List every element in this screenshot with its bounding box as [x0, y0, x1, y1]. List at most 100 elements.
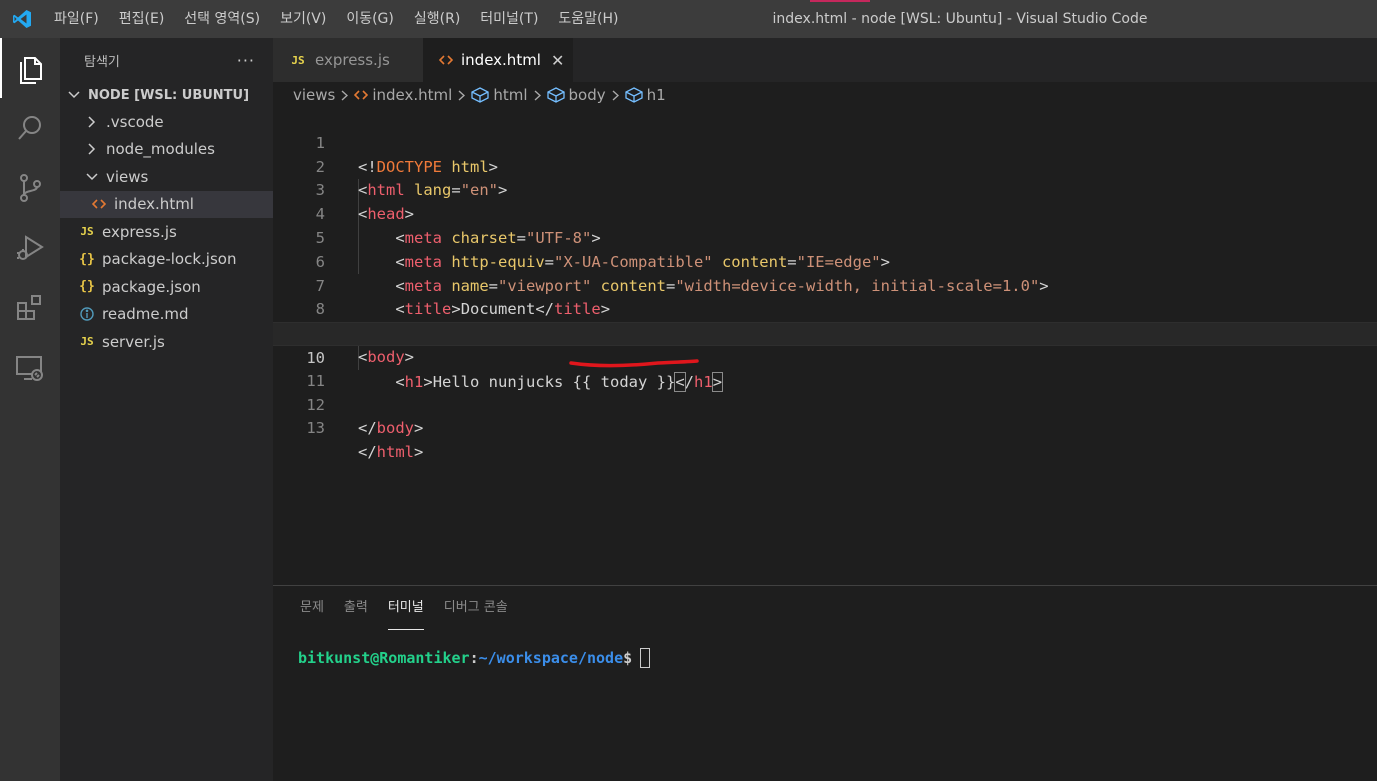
menu-run[interactable]: 실행(R) — [404, 0, 470, 38]
chevron-right-icon — [612, 89, 619, 101]
html-file-icon — [439, 55, 453, 65]
breadcrumb-label: views — [293, 86, 336, 104]
menu-terminal[interactable]: 터미널(T) — [470, 0, 548, 38]
tree-item-label: readme.md — [102, 305, 189, 324]
chevron-right-icon — [534, 89, 541, 101]
terminal-cursor — [640, 648, 651, 668]
more-actions-icon[interactable]: ··· — [237, 51, 255, 70]
tab-problems[interactable]: 문제 — [300, 586, 324, 630]
tab-debug-console[interactable]: 디버그 콘솔 — [444, 586, 508, 630]
info-file-icon — [78, 307, 96, 321]
activity-bar — [0, 38, 60, 781]
panel-tab-bar: 문제 출력 터미널 디버그 콘솔 — [273, 586, 1377, 630]
sidebar-title: 탐색기 — [84, 54, 120, 70]
tree-item-label: views — [106, 167, 149, 186]
code-line: 8 </head> — [273, 275, 1377, 342]
file-tree: .vscode node_modules views index.html JS… — [60, 108, 273, 356]
chevron-right-icon — [341, 89, 349, 101]
sidebar-header: 탐색기 ··· — [60, 38, 273, 82]
tree-item-label: index.html — [114, 195, 194, 214]
editor-tab-bar: JS express.js index.html ✕ — [273, 38, 1377, 82]
chevron-down-icon — [84, 173, 100, 181]
breadcrumb: views index.html html body h1 — [273, 82, 1377, 108]
code-line: 1 <!DOCTYPE html> — [273, 108, 1377, 176]
terminal-user: bitkunst@Romantiker — [298, 649, 470, 667]
tree-item-express-js[interactable]: JS express.js — [60, 218, 273, 246]
js-file-icon: JS — [291, 53, 305, 67]
tree-item-readme-md[interactable]: readme.md — [60, 301, 273, 329]
search-icon[interactable] — [0, 98, 60, 158]
tab-terminal[interactable]: 터미널 — [387, 586, 424, 630]
run-debug-icon[interactable] — [0, 218, 60, 278]
remote-explorer-icon[interactable] — [0, 338, 60, 398]
line-number: 13 — [306, 419, 325, 438]
breadcrumb-label: index.html — [372, 86, 453, 104]
tree-item-server-js[interactable]: JS server.js — [60, 328, 273, 356]
menu-bar: 파일(F) 편집(E) 선택 영역(S) 보기(V) 이동(G) 실행(R) 터… — [44, 0, 629, 38]
terminal[interactable]: bitkunst@Romantiker: ~/workspace/node $ — [273, 630, 1377, 668]
tree-item-node-modules[interactable]: node_modules — [60, 136, 273, 164]
breadcrumb-views[interactable]: views — [293, 86, 335, 104]
menu-help[interactable]: 도움말(H) — [548, 0, 628, 38]
breadcrumb-label: html — [493, 86, 528, 104]
tab-label: index.html — [461, 51, 541, 69]
menu-go[interactable]: 이동(G) — [336, 0, 404, 38]
breadcrumb-body[interactable]: body — [546, 86, 606, 104]
tree-item-label: node_modules — [106, 140, 215, 159]
tree-item-views[interactable]: views — [60, 163, 273, 191]
code-editor[interactable]: 1 <!DOCTYPE html> 2 <html lang="en"> 3 <… — [273, 108, 1377, 585]
tab-express-js[interactable]: JS express.js — [273, 38, 423, 82]
tree-item-package-lock-json[interactable]: {} package-lock.json — [60, 246, 273, 274]
code-line: 5 <meta http-equiv="X-UA-Compatible" con… — [273, 203, 1377, 271]
code-line: 3 <head> — [273, 156, 1377, 223]
explorer-sidebar: 탐색기 ··· NODE [WSL: UBUNTU] .vscode node_… — [60, 38, 273, 781]
chevron-right-icon — [458, 89, 466, 101]
code-line: 4 <meta charset="UTF-8"> — [273, 179, 1377, 247]
chevron-down-icon — [66, 91, 82, 99]
close-icon[interactable]: ✕ — [551, 51, 564, 70]
menu-selection[interactable]: 선택 영역(S) — [174, 0, 270, 38]
tree-item-package-json[interactable]: {} package.json — [60, 273, 273, 301]
vscode-logo-icon — [0, 0, 44, 38]
json-file-icon: {} — [79, 251, 95, 267]
code-line: 12 </body> — [273, 370, 1377, 438]
code-line: 7 <title>Document</title> — [273, 251, 1377, 319]
chevron-right-icon — [84, 116, 100, 128]
html-file-icon — [90, 199, 108, 209]
code-line: 9 <body> — [273, 298, 1377, 366]
workspace-folder-label: NODE [WSL: UBUNTU] — [88, 87, 250, 103]
menu-file[interactable]: 파일(F) — [44, 0, 109, 38]
tree-item-label: .vscode — [106, 112, 164, 131]
tab-index-html[interactable]: index.html ✕ — [423, 38, 573, 82]
tab-label: express.js — [315, 51, 390, 69]
breadcrumb-index-html[interactable]: index.html — [354, 86, 452, 104]
code-line: 13 </html> — [273, 394, 1377, 461]
breadcrumb-label: h1 — [646, 86, 666, 104]
menu-view[interactable]: 보기(V) — [270, 0, 336, 38]
explorer-icon[interactable] — [0, 38, 60, 98]
window-title: index.html - node [WSL: Ubuntu] - Visual… — [772, 11, 1148, 27]
tree-item-label: server.js — [102, 332, 165, 351]
breadcrumb-h1[interactable]: h1 — [624, 86, 666, 104]
html-file-icon — [354, 90, 369, 100]
workspace-folder-header[interactable]: NODE [WSL: UBUNTU] — [60, 82, 273, 108]
code-line: 2 <html lang="en"> — [273, 132, 1377, 200]
extensions-icon[interactable] — [0, 278, 60, 338]
breadcrumb-html[interactable]: html — [471, 86, 528, 104]
bottom-panel: 문제 출력 터미널 디버그 콘솔 bitkunst@Romantiker: ~/w… — [273, 585, 1377, 781]
code-text: </body> — [358, 419, 424, 438]
tab-output[interactable]: 출력 — [344, 586, 368, 630]
element-cube-icon — [546, 87, 565, 103]
js-file-icon: JS — [80, 335, 94, 349]
tree-item-index-html[interactable]: index.html — [60, 190, 273, 218]
menu-edit[interactable]: 편집(E) — [109, 0, 175, 38]
source-control-icon[interactable] — [0, 158, 60, 218]
terminal-path: ~/workspace/node — [478, 649, 624, 667]
element-cube-icon — [624, 87, 643, 103]
terminal-colon: : — [469, 649, 479, 667]
code-line: 11 — [273, 346, 1377, 390]
tree-item-label: express.js — [102, 222, 177, 241]
tree-item-vscode[interactable]: .vscode — [60, 108, 273, 136]
breadcrumb-label: body — [568, 86, 606, 104]
chevron-right-icon — [84, 143, 100, 155]
